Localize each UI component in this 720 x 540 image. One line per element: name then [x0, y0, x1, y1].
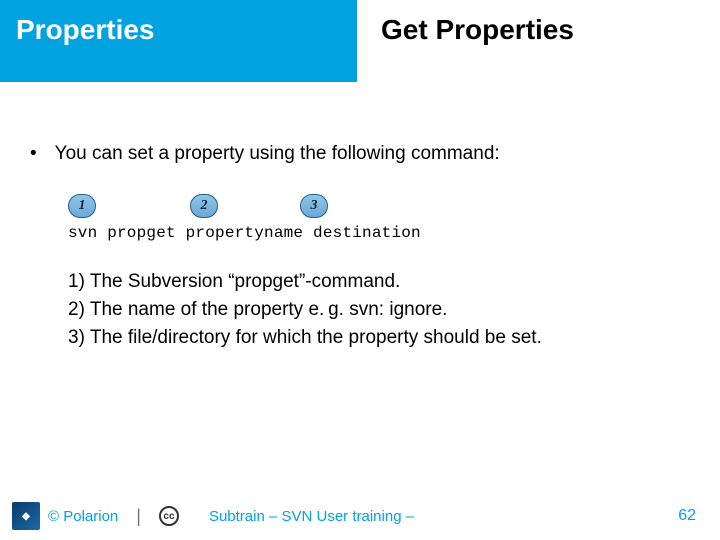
- callout-2: 2: [190, 194, 218, 218]
- list-item: 1) The Subversion “propget”-command.: [68, 268, 690, 296]
- deck-title: Subtrain – SVN User training –: [209, 508, 414, 525]
- list-item-text: The name of the property e. g. svn: igno…: [90, 299, 448, 320]
- list-item-text: The Subversion “propget”-command.: [90, 271, 400, 292]
- footer-divider: |: [136, 506, 141, 527]
- callout-1: 1: [68, 194, 96, 218]
- list-item: 2) The name of the property e. g. svn: i…: [68, 296, 690, 324]
- list-item: 3) The file/directory for which the prop…: [68, 324, 690, 352]
- ordered-explanations: 1) The Subversion “propget”-command. 2) …: [68, 268, 690, 352]
- footer: ◆ © Polarion | cc Subtrain – SVN User tr…: [0, 492, 720, 540]
- command-line: svn propget propertyname destination: [68, 224, 690, 242]
- header: Properties Get Properties: [0, 0, 720, 82]
- slide-body: • You can set a property using the follo…: [0, 82, 720, 352]
- bullet-text: You can set a property using the followi…: [55, 142, 500, 166]
- cc-icon: cc: [159, 506, 179, 526]
- header-right-title: Get Properties: [357, 0, 720, 82]
- copyright-text: © Polarion: [48, 508, 118, 525]
- callout-3: 3: [300, 194, 328, 218]
- header-left-title: Properties: [0, 0, 357, 82]
- logo-icon: ◆: [12, 502, 40, 530]
- page-number: 62: [678, 507, 696, 525]
- list-item-text: The file/directory for which the propert…: [90, 327, 542, 348]
- main-bullet: • You can set a property using the follo…: [30, 142, 690, 166]
- bullet-marker: •: [30, 142, 37, 166]
- slide: Properties Get Properties • You can set …: [0, 0, 720, 540]
- callout-row: 1 2 3: [68, 194, 690, 218]
